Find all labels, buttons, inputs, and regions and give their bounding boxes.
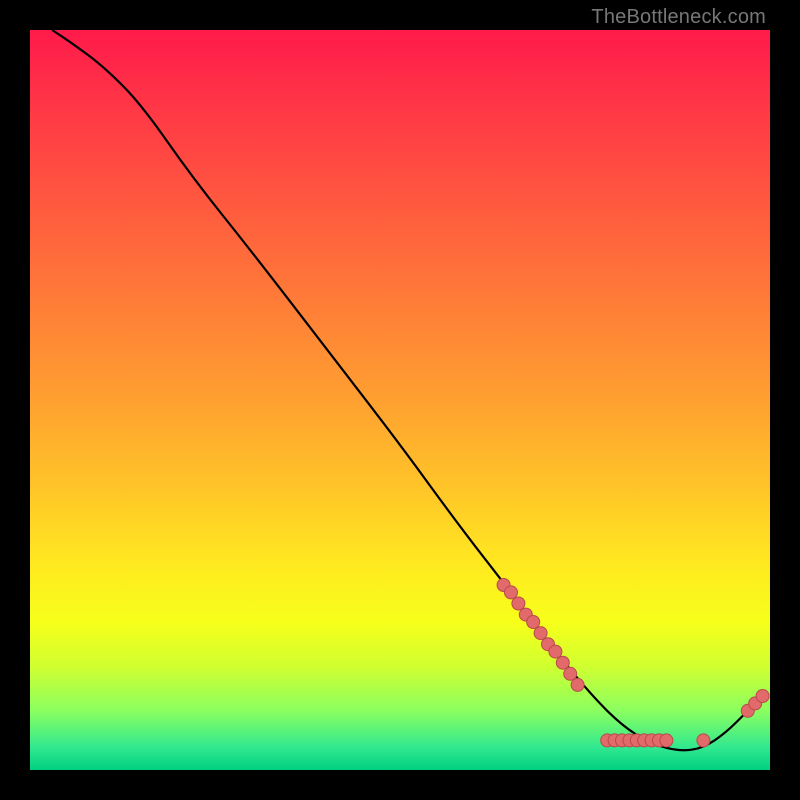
chart-svg: [30, 30, 770, 770]
data-points: [497, 579, 769, 747]
plot-area: [30, 30, 770, 770]
data-point: [756, 690, 769, 703]
data-point: [527, 616, 540, 629]
data-point: [512, 597, 525, 610]
watermark-text: TheBottleneck.com: [591, 6, 766, 29]
data-point: [505, 586, 518, 599]
chart-stage: TheBottleneck.com: [0, 0, 800, 800]
data-point: [571, 678, 584, 691]
data-point: [697, 734, 710, 747]
bottleneck-curve: [52, 30, 762, 750]
data-point: [556, 656, 569, 669]
data-point: [564, 667, 577, 680]
data-point: [660, 734, 673, 747]
data-point: [534, 627, 547, 640]
data-point: [549, 645, 562, 658]
